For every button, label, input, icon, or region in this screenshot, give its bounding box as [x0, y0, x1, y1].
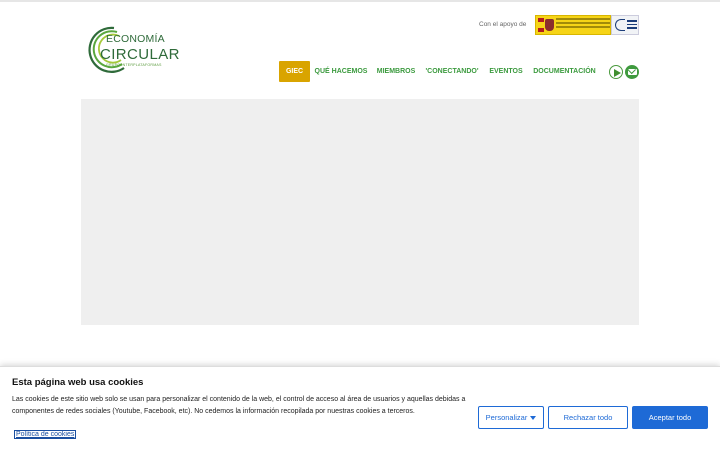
cookie-policy-link[interactable]: Política de cookies: [14, 430, 77, 439]
gobierno-de-espana-logo[interactable]: [535, 15, 611, 35]
nav-item-eventos[interactable]: EVENTOS: [488, 61, 524, 82]
logo-line-subtitle: GRUPO INTERPLATAFORMAS: [106, 63, 162, 67]
cookie-title: Esta página web usa cookies: [12, 377, 144, 388]
site-logo[interactable]: ECONOMÍA CIRCULAR GRUPO INTERPLATAFORMAS: [84, 22, 179, 73]
top-border: [0, 0, 720, 2]
reject-all-button[interactable]: Rechazar todo: [548, 406, 628, 429]
accept-all-button[interactable]: Aceptar todo: [632, 406, 708, 429]
customize-button[interactable]: Personalizar: [478, 406, 544, 429]
cookie-description: Las cookies de este sitio web solo se us…: [12, 396, 466, 415]
logo-line-economia: ECONOMÍA: [106, 33, 165, 45]
nav-item-que-hacemos[interactable]: QUÉ HACEMOS: [315, 61, 368, 82]
nav-item-conectando[interactable]: 'CONECTANDO': [426, 61, 479, 82]
coat-of-arms-icon: [545, 19, 554, 31]
spain-flag-icon: [538, 18, 544, 32]
youtube-icon[interactable]: [609, 65, 623, 79]
nav-item-miembros[interactable]: MIEMBROS: [376, 61, 416, 82]
cookie-consent-bar: Esta página web usa cookies Las cookies …: [0, 366, 720, 450]
customize-label: Personalizar: [485, 413, 528, 422]
nav-item-documentacion[interactable]: DOCUMENTACIÓN: [533, 61, 596, 82]
mail-icon[interactable]: [625, 65, 639, 79]
agencia-logo[interactable]: [611, 15, 639, 35]
hero-banner: [81, 99, 639, 325]
logo-line-circular: CIRCULAR: [100, 46, 180, 63]
support-label: Con el apoyo de: [479, 21, 527, 28]
caret-down-icon: [530, 415, 537, 420]
nav-item-giec[interactable]: GIEC: [279, 61, 310, 82]
